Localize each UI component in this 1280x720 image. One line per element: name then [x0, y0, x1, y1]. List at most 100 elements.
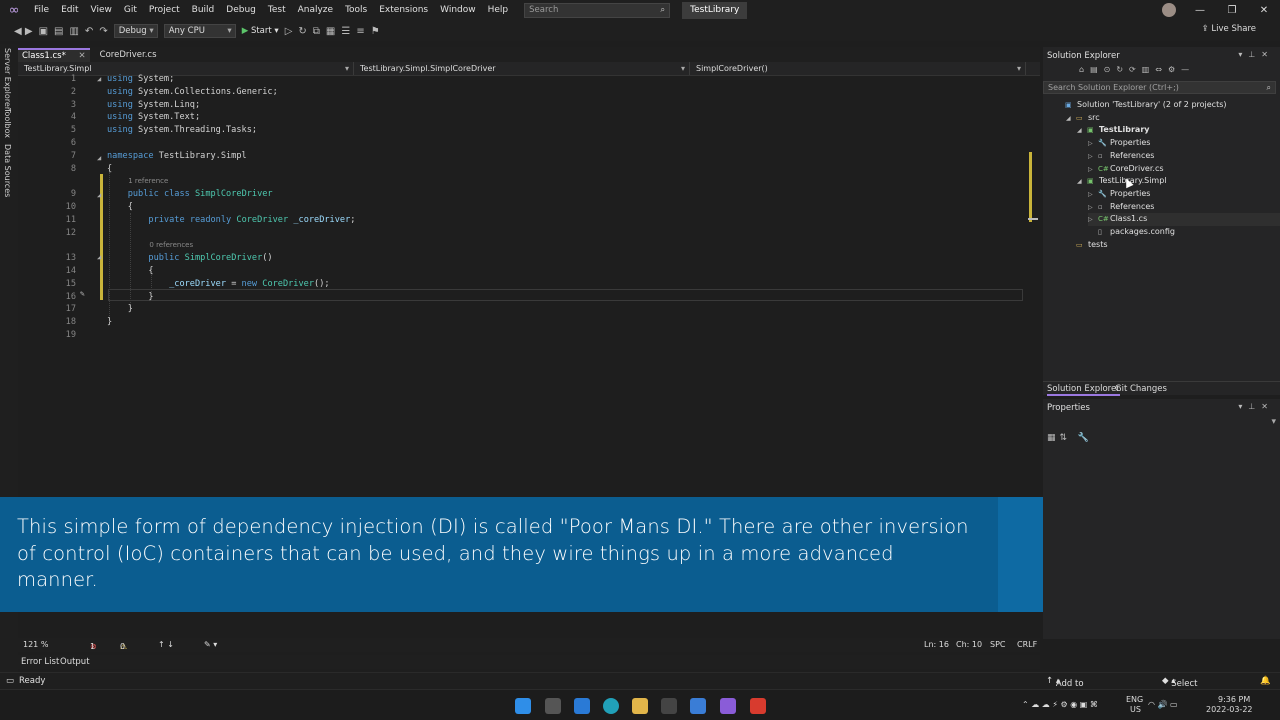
tree-item[interactable]: ▷ 🔧 Properties [1088, 137, 1150, 150]
scrollbar-thumb[interactable] [1028, 218, 1038, 220]
close-icon[interactable]: ✕ [1248, 0, 1280, 21]
tree-item[interactable]: ▣ Solution 'TestLibrary' (2 of 2 projects… [1055, 99, 1227, 112]
data-sources-tab[interactable]: Data Sources [3, 144, 12, 197]
bookmark-icon[interactable]: ⚑ [371, 26, 380, 37]
tab-class1[interactable]: Class1.cs* ✕ [18, 48, 90, 62]
tree-item[interactable]: ◢ ▭ src [1066, 112, 1100, 125]
pane-controls-icon[interactable]: ▾⊥✕ [1238, 402, 1274, 411]
select-repository-button[interactable]: ◆ Select Repository ▴ [1162, 676, 1216, 699]
avatar[interactable] [1162, 3, 1176, 17]
indent-icon[interactable]: ≡ [356, 26, 364, 37]
menu-item-analyze[interactable]: Analyze [292, 0, 339, 21]
tree-item[interactable]: ▷ ▫ References [1088, 150, 1154, 163]
tree-item[interactable]: ◢ ▣ TestLibrary.Simpl [1077, 175, 1167, 188]
code-text: { [107, 164, 112, 174]
save-all-icon[interactable]: ▥ [69, 26, 78, 37]
nav-arrows-icon[interactable]: ↑ ↓ [158, 640, 174, 649]
fold-icon[interactable]: ◢ [97, 191, 101, 199]
code-line: 1 reference [18, 176, 1023, 189]
add-to-source-control-button[interactable]: ↑ Add to Source Control ▴ [1046, 676, 1087, 709]
browse-icon[interactable]: ⧉ [313, 26, 320, 37]
live-share-button[interactable]: ⇪ Live Share [1202, 24, 1256, 34]
spacing-indicator[interactable]: SPC [990, 640, 1006, 649]
properties-object-select[interactable]: ▾ [1043, 417, 1280, 429]
menu-item-edit[interactable]: Edit [55, 0, 84, 21]
menu-item-help[interactable]: Help [482, 0, 515, 21]
brush-icon[interactable]: ✎ ▾ [204, 640, 217, 649]
visual-studio-logo-icon[interactable]: ∞ [0, 0, 28, 21]
tree-item[interactable]: ▷ ▫ References [1088, 201, 1154, 214]
tree-item[interactable]: ▯ packages.config [1088, 226, 1175, 239]
windows-start-icon[interactable] [515, 698, 531, 714]
start-button[interactable]: ▶ Start ▾ [242, 26, 279, 36]
notifications-icon[interactable]: 🔔 [1260, 676, 1271, 686]
visual-studio-icon[interactable] [720, 698, 736, 714]
taskbar: ⌃ ☁ ☁ ⚡ ⚙ ◉ ▣ ⌘ ENG US ◠ 🔊 ▭ 9:36 PM 202… [0, 689, 1280, 720]
clock-time[interactable]: 9:36 PM [1218, 695, 1250, 704]
menu-item-project[interactable]: Project [143, 0, 186, 21]
vscode-icon[interactable] [690, 698, 706, 714]
expanded-arrow-icon[interactable]: ◢ [1077, 176, 1087, 189]
tab-solution-explorer[interactable]: Solution Explorer [1047, 384, 1120, 396]
task-view-icon[interactable] [545, 698, 561, 714]
undo-icon[interactable]: ↶ [85, 26, 93, 37]
maximize-icon[interactable]: ❐ [1216, 0, 1248, 21]
tab-error-list[interactable]: Error List [21, 657, 59, 667]
tray-icons[interactable]: ⌃ ☁ ☁ ⚡ ⚙ ◉ ▣ ⌘ [1022, 700, 1098, 709]
edge-icon[interactable] [603, 698, 619, 714]
server-explorer-tab[interactable]: Server Explorer [3, 48, 12, 110]
tab-git-changes[interactable]: Git Changes [1115, 384, 1167, 394]
start-without-debugging-icon[interactable]: ▷ [285, 26, 293, 37]
redo-icon[interactable]: ↷ [99, 26, 107, 37]
expanded-arrow-icon[interactable]: ◢ [1077, 125, 1087, 138]
solution-explorer-toolbar[interactable]: ⌂▤⊙↻⟳▥⇔⚙— [1043, 65, 1280, 79]
menu-item-test[interactable]: Test [262, 0, 292, 21]
line-endings[interactable]: CRLF [1017, 640, 1037, 649]
comment-icon[interactable]: ☰ [341, 26, 350, 37]
line-number: 14 [65, 266, 76, 276]
tree-item[interactable]: ▭ tests [1066, 239, 1108, 252]
menu-item-window[interactable]: Window [434, 0, 482, 21]
menu-item-build[interactable]: Build [186, 0, 221, 21]
menu-item-git[interactable]: Git [118, 0, 143, 21]
menu-item-view[interactable]: View [85, 0, 118, 21]
fold-icon[interactable]: ◢ [97, 75, 101, 83]
toolbox-tab[interactable]: Toolbox [3, 108, 12, 138]
fold-icon[interactable]: ◢ [97, 253, 101, 261]
menu-item-tools[interactable]: Tools [339, 0, 373, 21]
back-forward-icon[interactable]: ◀ ▶ [14, 26, 33, 37]
recorder-icon[interactable] [750, 698, 766, 714]
codelens-references[interactable]: 1 reference [107, 177, 168, 185]
terminal-icon[interactable] [661, 698, 677, 714]
tree-item[interactable]: ▷ C#Class1.cs [1088, 213, 1280, 226]
tab-coredriver[interactable]: CoreDriver.cs [96, 48, 161, 62]
fold-icon[interactable]: ◢ [97, 154, 101, 162]
open-icon[interactable]: ▤ [54, 26, 63, 37]
tab-output[interactable]: Output [60, 657, 90, 667]
layout-icon[interactable]: ▦ [326, 26, 335, 37]
pane-controls-icon[interactable]: ▾⊥✕ [1238, 50, 1274, 59]
zoom-level[interactable]: 121 % [23, 640, 48, 649]
language-indicator[interactable]: ENG [1126, 695, 1143, 704]
codelens-references[interactable]: 0 references [107, 241, 193, 249]
search-input[interactable]: Search ⌕ [524, 3, 671, 18]
new-project-icon[interactable]: ▣ [39, 26, 48, 37]
solution-explorer-search[interactable]: Search Solution Explorer (Ctrl+;) ⌕ [1043, 81, 1276, 94]
menu-item-extensions[interactable]: Extensions [373, 0, 434, 21]
file-explorer-icon[interactable] [632, 698, 648, 714]
minimize-icon[interactable]: — [1184, 0, 1216, 21]
properties-toolbar[interactable]: ▦⇅ 🔧 [1047, 433, 1093, 443]
menu-item-file[interactable]: File [28, 0, 55, 21]
tree-item[interactable]: ▷ C#CoreDriver.cs [1088, 163, 1164, 176]
tree-item[interactable]: ▷ 🔧 Properties [1088, 188, 1150, 201]
close-tab-icon[interactable]: ✕ [79, 51, 86, 61]
platform-select[interactable]: Any CPU [163, 24, 236, 38]
menu-item-debug[interactable]: Debug [220, 0, 262, 21]
mail-icon[interactable] [574, 698, 590, 714]
hot-reload-icon[interactable]: ↻ [298, 26, 306, 37]
tree-item[interactable]: ◢ ▣ TestLibrary [1077, 124, 1149, 137]
expanded-arrow-icon[interactable]: ◢ [1066, 113, 1076, 126]
wifi-icon[interactable]: ◠ 🔊 ▭ [1148, 700, 1178, 709]
configuration-select[interactable]: Debug [113, 24, 158, 38]
quick-actions-icon[interactable]: ✎ [80, 289, 85, 298]
